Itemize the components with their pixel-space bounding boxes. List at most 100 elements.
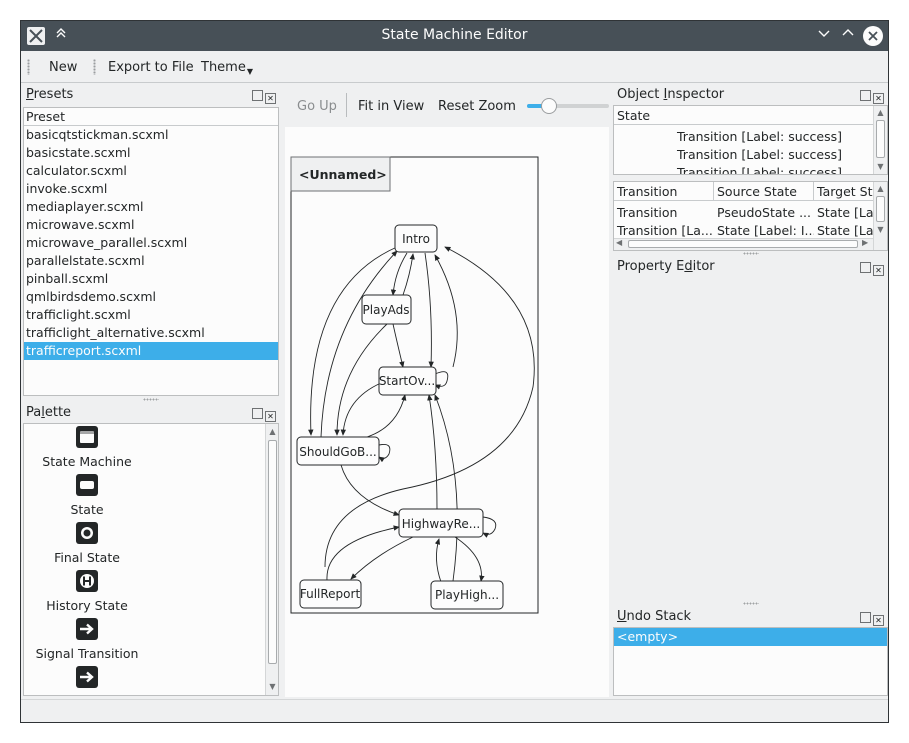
preset-item[interactable]: microwave_parallel.scxml — [24, 234, 278, 252]
toolbar-grip[interactable] — [93, 59, 96, 75]
theme-label: Theme — [201, 60, 246, 75]
splitter-handle[interactable] — [743, 252, 759, 255]
toolbar-grip[interactable] — [27, 59, 30, 75]
float-icon[interactable] — [252, 408, 263, 419]
scroll-up-icon[interactable]: ▲ — [874, 107, 887, 119]
source-state-col-header[interactable]: Source State — [714, 182, 814, 201]
preset-item[interactable]: parallelstate.scxml — [24, 252, 278, 270]
scroll-thumb[interactable] — [876, 196, 885, 222]
close-icon[interactable]: ✕ — [265, 411, 276, 422]
close-icon[interactable]: ✕ — [265, 93, 276, 104]
scroll-thumb[interactable] — [628, 240, 858, 248]
maximize-button[interactable] — [838, 26, 858, 46]
main-toolbar: New Export to File Theme▼ — [21, 51, 888, 83]
palette-dock-buttons: ✕ — [252, 407, 278, 422]
float-icon[interactable] — [860, 90, 871, 101]
preset-item[interactable]: pinball.scxml — [24, 270, 278, 288]
preset-item[interactable]: basicstate.scxml — [24, 144, 278, 162]
preset-item[interactable]: microwave.scxml — [24, 216, 278, 234]
scroll-left-icon[interactable]: ◀ — [616, 238, 622, 247]
property-editor-title: Property Editor — [617, 259, 715, 274]
presets-list[interactable]: Preset basicqtstickman.scxml basicstate.s… — [23, 107, 279, 396]
state-label-fullreport: FullReport — [300, 587, 361, 601]
object-tree-row[interactable]: Transition [Label: success] — [674, 146, 842, 164]
object-tree[interactable]: State Transition [Label: success] Transi… — [613, 105, 888, 175]
palette-scrollbar[interactable]: ▲ ▼ — [265, 424, 278, 695]
state-label-shouldgoback: ShouldGoB... — [299, 445, 376, 459]
preset-item[interactable]: qmlbirdsdemo.scxml — [24, 288, 278, 306]
theme-menu-button[interactable]: Theme▼ — [201, 60, 253, 76]
close-icon[interactable]: ✕ — [873, 93, 884, 104]
float-icon[interactable] — [860, 612, 871, 623]
target-state-col-header[interactable]: Target St — [814, 182, 874, 201]
signal-transition-icon — [76, 618, 98, 640]
preset-item[interactable]: basicqtstickman.scxml — [24, 126, 278, 144]
preset-item[interactable]: trafficreport.scxml — [24, 342, 278, 360]
scroll-right-icon[interactable]: ▶ — [862, 238, 868, 247]
zoom-slider-track[interactable] — [527, 104, 609, 108]
close-button[interactable] — [863, 26, 883, 46]
new-button[interactable]: New — [49, 60, 77, 75]
undo-stack-title: Undo Stack — [617, 609, 692, 624]
scroll-down-icon[interactable]: ▼ — [874, 224, 887, 236]
preset-items: basicqtstickman.scxml basicstate.scxml cal… — [24, 126, 278, 360]
history-state-icon — [76, 570, 98, 592]
state-label-playhighway: PlayHigh... — [435, 588, 499, 602]
splitter-handle[interactable] — [743, 602, 759, 605]
editor-toolbar: Go Up Fit in View Reset Zoom — [285, 85, 609, 119]
minimize-button[interactable] — [814, 26, 834, 46]
scroll-up-icon[interactable]: ▲ — [266, 426, 278, 438]
close-icon[interactable]: ✕ — [873, 615, 884, 626]
zoom-slider-handle[interactable] — [541, 98, 557, 114]
float-icon[interactable] — [252, 90, 263, 101]
undo-item[interactable]: <empty> — [614, 628, 887, 646]
scroll-down-icon[interactable]: ▼ — [266, 681, 278, 693]
export-to-file-button[interactable]: Export to File — [108, 60, 194, 75]
property-editor-area[interactable] — [613, 277, 888, 599]
object-tree-scrollbar[interactable]: ▲ ▼ — [873, 106, 887, 174]
state-label-playads: PlayAds — [363, 303, 410, 317]
go-up-button[interactable]: Go Up — [297, 99, 337, 114]
reset-zoom-button[interactable]: Reset Zoom — [438, 99, 516, 114]
preset-item[interactable]: mediaplayer.scxml — [24, 198, 278, 216]
object-tree-row[interactable]: Transition [Label: success] — [674, 128, 842, 146]
scroll-up-icon[interactable]: ▲ — [874, 183, 887, 195]
preset-item[interactable]: calculator.scxml — [24, 162, 278, 180]
table-cell[interactable]: PseudoState ... — [714, 204, 814, 222]
scroll-thumb[interactable] — [876, 120, 885, 158]
state-label-startover: StartOv... — [379, 374, 435, 388]
title-bar[interactable]: State Machine Editor — [21, 21, 888, 51]
state-diagram[interactable]: <Unnamed> Intro PlayAds StartOv... Shoul… — [285, 127, 609, 697]
object-tree-row[interactable]: Transition [Label: success] — [674, 164, 842, 174]
preset-item[interactable]: invoke.scxml — [24, 180, 278, 198]
transition-table-scrollbar[interactable]: ▲ ▼ — [873, 182, 887, 250]
transition-col-header[interactable]: Transition — [614, 182, 714, 201]
scroll-thumb[interactable] — [268, 440, 277, 664]
close-icon[interactable]: ✕ — [873, 265, 884, 276]
presets-header[interactable]: Preset — [24, 108, 278, 126]
undo-stack-list[interactable]: <empty> — [613, 627, 888, 696]
state-label-highwayreport: HighwayRe... — [402, 517, 480, 531]
undo-stack-dock-buttons: ✕ — [860, 611, 886, 626]
splitter-handle[interactable] — [143, 398, 159, 401]
final-state-icon — [76, 522, 98, 544]
preset-item[interactable]: trafficlight.scxml — [24, 306, 278, 324]
transition-table-hscroll[interactable]: ◀ ▶ — [614, 238, 873, 250]
window-title: State Machine Editor — [381, 27, 528, 43]
float-icon[interactable] — [860, 262, 871, 273]
presets-dock-buttons: ✕ — [252, 89, 278, 104]
table-cell[interactable]: State [Lab — [814, 204, 874, 222]
fit-in-view-button[interactable]: Fit in View — [358, 99, 424, 114]
presets-title: Presets — [26, 87, 74, 102]
scroll-down-icon[interactable]: ▼ — [874, 161, 887, 173]
transition-table[interactable]: Transition Source State Target St Transi… — [613, 181, 888, 251]
root-state-label: <Unnamed> — [299, 167, 387, 182]
transition-icon — [76, 666, 98, 688]
palette-list[interactable]: State Machine State Final State History … — [23, 423, 279, 696]
status-bar — [21, 699, 888, 722]
chevron-down-icon: ▼ — [246, 67, 253, 76]
preset-item[interactable]: trafficlight_alternative.scxml — [24, 324, 278, 342]
state-chart-canvas[interactable]: <Unnamed> Intro PlayAds StartOv... Shoul… — [285, 127, 609, 697]
table-cell[interactable]: Transition — [614, 204, 714, 222]
object-tree-header[interactable]: State — [614, 106, 874, 125]
